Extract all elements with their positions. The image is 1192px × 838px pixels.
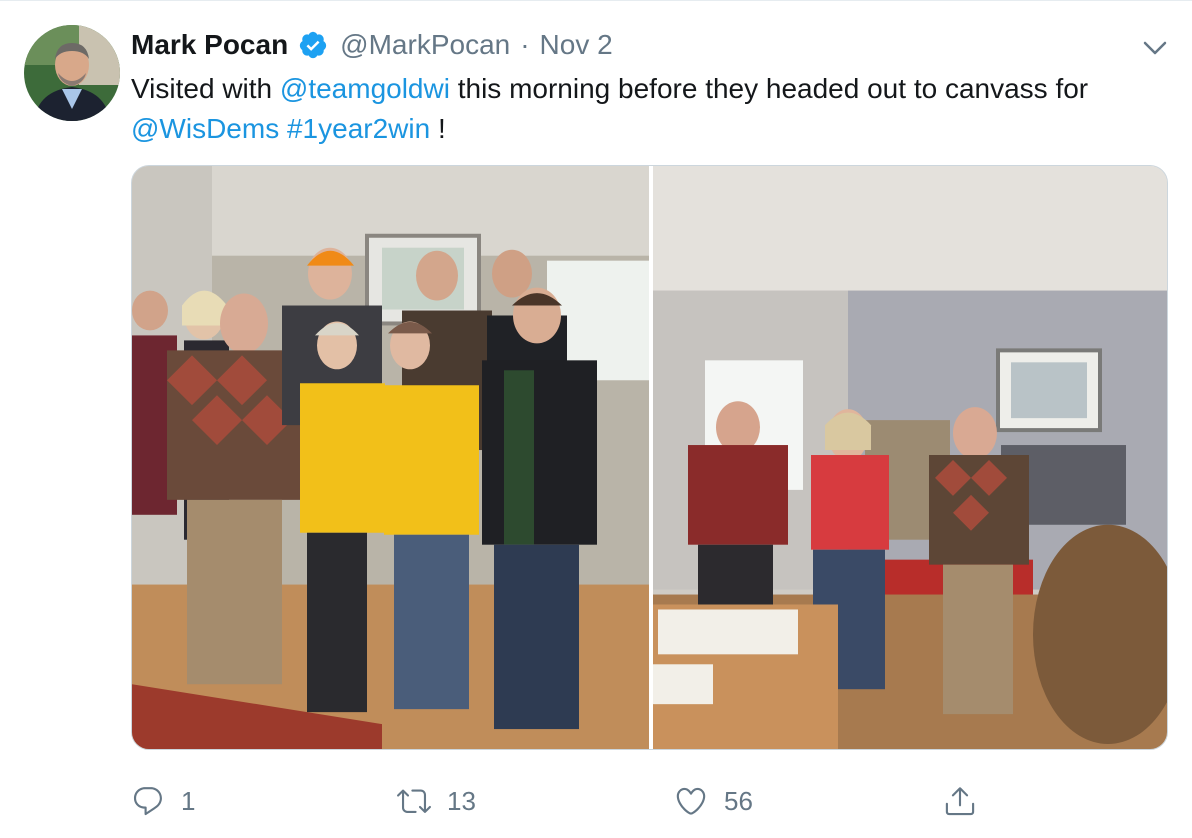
- retweet-count: 13: [447, 785, 476, 816]
- media-grid: [131, 165, 1168, 750]
- tweet-text-part: !: [430, 113, 446, 144]
- tweet-text: Visited with @teamgoldwi this morning be…: [131, 69, 1161, 149]
- share-icon: [945, 787, 975, 816]
- tweet-text-part: [279, 113, 287, 144]
- tweet-text-part: this morning before they headed out to c…: [449, 73, 1089, 104]
- author-name[interactable]: Mark Pocan: [131, 29, 288, 61]
- retweet-button[interactable]: 13: [397, 779, 476, 823]
- photo-group[interactable]: [132, 166, 649, 749]
- mention-link[interactable]: @teamgoldwi: [280, 73, 450, 104]
- tweet-text-part: Visited with: [131, 73, 280, 104]
- verified-badge-icon: [298, 30, 328, 60]
- reply-icon: [133, 787, 162, 816]
- retweet-icon: [397, 789, 431, 813]
- tweet-date[interactable]: Nov 2: [540, 29, 613, 61]
- heart-icon: [676, 787, 706, 815]
- tweet-header: Mark Pocan @MarkPocan · Nov 2: [131, 25, 613, 65]
- separator-dot: ·: [520, 29, 530, 60]
- like-button[interactable]: 56: [674, 779, 753, 823]
- reply-count: 1: [181, 785, 196, 816]
- share-button[interactable]: [943, 779, 993, 823]
- reply-button[interactable]: 1: [131, 779, 195, 823]
- mention-link[interactable]: @WisDems: [131, 113, 279, 144]
- avatar[interactable]: [24, 25, 120, 121]
- tweet-card[interactable]: Mark Pocan @MarkPocan · Nov 2 Visited wi…: [0, 0, 1192, 838]
- author-handle[interactable]: @MarkPocan: [340, 29, 510, 61]
- photo-speech[interactable]: [653, 166, 1167, 749]
- chevron-down-icon[interactable]: [1140, 33, 1170, 63]
- like-count: 56: [724, 785, 753, 816]
- hashtag-link[interactable]: #1year2win: [287, 113, 430, 144]
- tweet-actions: 1 13 56: [131, 779, 1131, 823]
